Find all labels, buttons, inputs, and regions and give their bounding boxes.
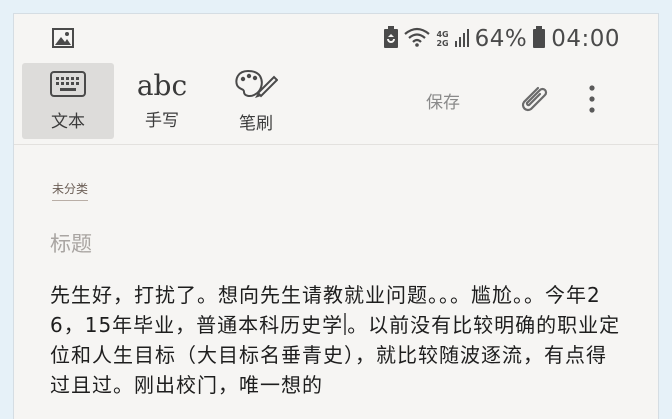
status-bar: 4G 2G 64% 04:00 — [14, 14, 658, 62]
text-cursor — [344, 313, 347, 335]
abc-handwriting-icon: abc — [136, 68, 188, 102]
network-type: 4G 2G — [436, 30, 448, 48]
wifi-icon — [404, 27, 431, 51]
tab-brush[interactable]: 笔刷 — [210, 63, 302, 139]
signal-bars-icon — [454, 27, 469, 51]
more-vertical-icon[interactable] — [588, 84, 596, 118]
title-field[interactable]: 标题 — [50, 228, 92, 258]
note-body-editor[interactable]: 先生好，打扰了。想向先生请教就业问题。。。尴尬。。今年26，15年毕业，普通本科… — [50, 280, 622, 400]
save-button[interactable]: 保存 — [426, 88, 460, 113]
tab-text-label: 文本 — [51, 111, 85, 132]
battery-recycle-icon — [384, 26, 399, 52]
image-icon — [52, 28, 74, 52]
clock: 04:00 — [551, 26, 620, 52]
keyboard-icon — [50, 70, 86, 101]
network-2g: 2G — [436, 39, 449, 48]
tab-handwriting-label: 手写 — [145, 110, 179, 131]
editor-toolbar: 文本 abc 手写 笔刷 保存 — [14, 62, 658, 144]
tab-text[interactable]: 文本 — [22, 63, 114, 139]
category-dropdown[interactable]: 未分类 — [52, 180, 89, 201]
battery-icon — [533, 26, 546, 52]
paperclip-icon[interactable] — [516, 82, 550, 120]
battery-percent: 64% — [474, 26, 528, 52]
tab-handwriting[interactable]: abc 手写 — [116, 63, 208, 139]
network-4g: 4G — [436, 30, 449, 39]
tab-brush-label: 笔刷 — [239, 113, 273, 134]
toolbar-divider — [14, 144, 658, 145]
palette-brush-icon — [234, 69, 279, 103]
screen: 4G 2G 64% 04:00 文本 abc 手写 笔刷 保存 未分类 标题 先… — [14, 14, 658, 419]
